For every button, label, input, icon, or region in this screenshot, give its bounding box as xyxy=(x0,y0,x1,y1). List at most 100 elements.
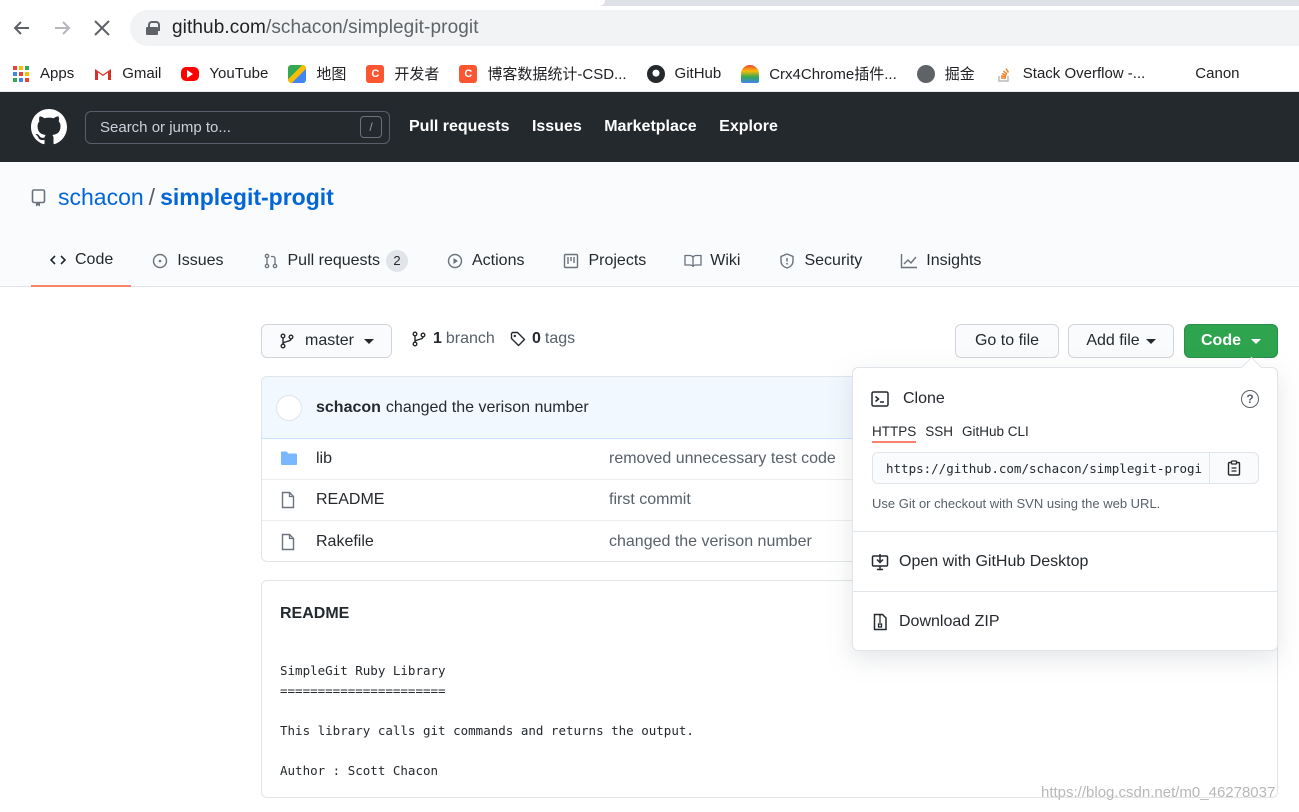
add-file-button[interactable]: Add file xyxy=(1068,324,1174,358)
file-commit-message[interactable]: first commit xyxy=(609,491,691,509)
go-to-file-button[interactable]: Go to file xyxy=(955,324,1059,358)
branch-label: branch xyxy=(445,330,495,347)
add-file-label: Add file xyxy=(1086,332,1140,349)
code-icon xyxy=(49,251,67,269)
tab-counter: 2 xyxy=(386,250,408,272)
address-bar[interactable]: github.com/schacon/simplegit-progit xyxy=(130,10,1299,46)
chevron-down-icon xyxy=(1251,338,1261,344)
tab-ssh[interactable]: SSH xyxy=(925,424,953,443)
search-shortcut-key: / xyxy=(360,116,382,138)
commit-message[interactable]: changed the verison number xyxy=(386,399,589,417)
search-placeholder: Search or jump to... xyxy=(100,118,231,136)
nav-issues[interactable]: Issues xyxy=(532,118,582,135)
gmail-icon xyxy=(94,65,112,83)
stackoverflow-icon xyxy=(995,65,1013,83)
forward-icon[interactable] xyxy=(48,14,76,42)
header-nav: Pull requests Issues Marketplace Explore xyxy=(409,118,796,136)
project-icon xyxy=(562,252,580,270)
clone-url-input[interactable] xyxy=(872,452,1209,484)
tag-count: 0 xyxy=(532,330,541,347)
folder-icon xyxy=(280,450,298,468)
clone-dropdown: Clone ? HTTPS SSH GitHub CLI Use Git or … xyxy=(852,367,1278,651)
bookmark-item[interactable]: Stack Overflow -... xyxy=(995,65,1146,83)
tab-wiki[interactable]: Wiki xyxy=(666,235,758,287)
bookmark-item[interactable]: Gmail xyxy=(94,65,161,83)
repo-tabs: Code Issues Pull requests 2 Actions Projects W… xyxy=(31,235,1001,287)
open-desktop-button[interactable]: Open with GitHub Desktop xyxy=(853,533,1277,591)
branch-icon xyxy=(412,331,426,347)
github-icon xyxy=(646,64,665,83)
readme-title[interactable]: README xyxy=(280,605,349,623)
github-logo-icon[interactable] xyxy=(31,109,67,145)
active-tab[interactable] xyxy=(0,0,605,6)
repo-owner-link[interactable]: schacon xyxy=(58,184,144,211)
stop-loading-icon[interactable] xyxy=(88,14,116,42)
tab-issues[interactable]: Issues xyxy=(133,235,241,287)
github-header: Search or jump to... / Pull requests Iss… xyxy=(0,92,1299,162)
bookmark-item[interactable]: Crx4Chrome插件... xyxy=(741,63,897,84)
download-zip-button[interactable]: Download ZIP xyxy=(853,593,1277,651)
tab-actions[interactable]: Actions xyxy=(428,235,542,287)
tags-link[interactable]: 0 tags xyxy=(510,330,575,348)
tab-pull-requests[interactable]: Pull requests 2 xyxy=(244,235,427,287)
tab-github-cli[interactable]: GitHub CLI xyxy=(962,424,1029,443)
tab-label: Actions xyxy=(472,252,525,269)
repo-icon xyxy=(31,188,46,206)
browser-toolbar: github.com/schacon/simplegit-progit xyxy=(0,0,1299,56)
lock-icon xyxy=(146,21,160,35)
branch-select-button[interactable]: master xyxy=(261,324,392,358)
tab-code[interactable]: Code xyxy=(31,235,132,287)
bookmark-label: Canon xyxy=(1195,65,1240,82)
bookmark-item[interactable]: C 开发者 xyxy=(366,63,439,84)
shield-icon xyxy=(778,252,796,270)
repo-name-link[interactable]: simplegit-progit xyxy=(160,184,334,211)
tab-insights[interactable]: Insights xyxy=(882,235,999,287)
bookmark-item[interactable]: Apps xyxy=(12,65,74,83)
nav-pull-requests[interactable]: Pull requests xyxy=(409,118,509,135)
clone-header: Clone xyxy=(871,390,945,408)
search-input[interactable]: Search or jump to... / xyxy=(85,110,390,144)
tab-label: Issues xyxy=(177,252,224,269)
commit-author[interactable]: schacon xyxy=(316,399,381,417)
file-commit-message[interactable]: removed unnecessary test code xyxy=(609,450,836,468)
bookmark-label: Gmail xyxy=(122,65,162,82)
branches-link[interactable]: 1 branch xyxy=(411,330,495,348)
tab-projects[interactable]: Projects xyxy=(544,235,664,287)
file-name-link[interactable]: README xyxy=(316,491,384,509)
globe-icon xyxy=(916,64,935,83)
tab-https[interactable]: HTTPS xyxy=(872,424,917,443)
bookmark-item[interactable]: 地图 xyxy=(288,63,346,84)
question-icon[interactable]: ? xyxy=(1241,390,1259,408)
clone-hint: Use Git or checkout with SVN using the w… xyxy=(872,496,1161,511)
nav-explore[interactable]: Explore xyxy=(719,118,778,135)
bookmark-item[interactable]: YouTube xyxy=(181,65,268,82)
bookmark-item[interactable]: Canon xyxy=(1165,65,1239,83)
issue-icon xyxy=(151,252,169,270)
code-dropdown-button[interactable]: Code xyxy=(1184,324,1278,358)
file-icon xyxy=(280,491,298,509)
file-name-link[interactable]: Rakefile xyxy=(316,533,374,551)
address-url[interactable]: github.com/schacon/simplegit-progit xyxy=(172,17,479,39)
copy-url-button[interactable] xyxy=(1209,452,1259,484)
nav-marketplace[interactable]: Marketplace xyxy=(604,118,697,135)
back-icon[interactable] xyxy=(8,14,36,42)
bookmark-label: 地图 xyxy=(316,66,347,83)
bookmark-item[interactable]: GitHub xyxy=(646,64,721,83)
bookmark-item[interactable]: C 博客数据统计-CSD... xyxy=(459,63,627,84)
readme-content: SimpleGit Ruby Library =================… xyxy=(280,663,694,778)
tab-label: Projects xyxy=(588,252,647,269)
bookmark-item[interactable]: 掘金 xyxy=(916,63,975,84)
branch-name: master xyxy=(305,332,354,349)
bookmark-label: 开发者 xyxy=(394,66,440,83)
tab-security[interactable]: Security xyxy=(760,235,880,287)
bookmark-label: Crx4Chrome插件... xyxy=(769,66,897,83)
file-name-link[interactable]: lib xyxy=(316,450,332,468)
pull-request-icon xyxy=(262,252,280,270)
bookmark-label: Stack Overflow -... xyxy=(1022,65,1146,82)
file-commit-message[interactable]: changed the verison number xyxy=(609,533,812,551)
bookmark-label: Apps xyxy=(40,65,75,82)
clipboard-icon xyxy=(1227,460,1241,476)
csdn-icon: C xyxy=(366,64,385,83)
avatar[interactable] xyxy=(276,394,302,421)
code-button-label: Code xyxy=(1201,332,1241,349)
